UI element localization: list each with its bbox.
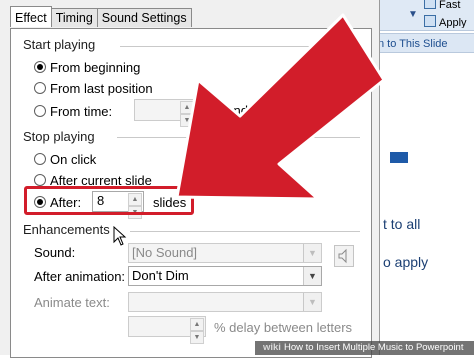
watermark-brand: wiki (263, 342, 281, 353)
watermark-bar: wiki How to Insert Multiple Music to Powe… (255, 341, 474, 355)
mouse-pointer-icon (113, 226, 127, 246)
watermark-title: How to Insert Multiple Music to Powerpoi… (283, 342, 464, 353)
red-arrow-annotation (175, 13, 386, 201)
red-arrow-shape (175, 13, 386, 201)
tab-effect[interactable]: Effect (10, 6, 52, 27)
